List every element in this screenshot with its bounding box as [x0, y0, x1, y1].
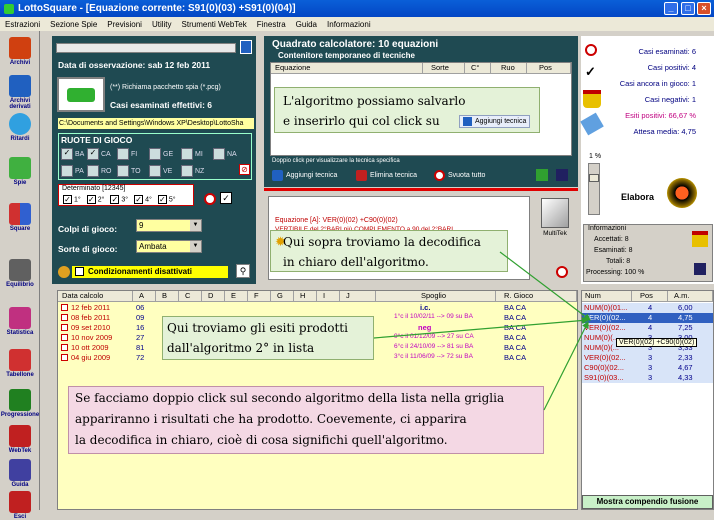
- arrow-doppio-click: [543, 320, 589, 411]
- annotation-arrows: [373, 251, 591, 411]
- arrow-esiti: [373, 316, 590, 339]
- arrow-decodifica: [499, 251, 591, 321]
